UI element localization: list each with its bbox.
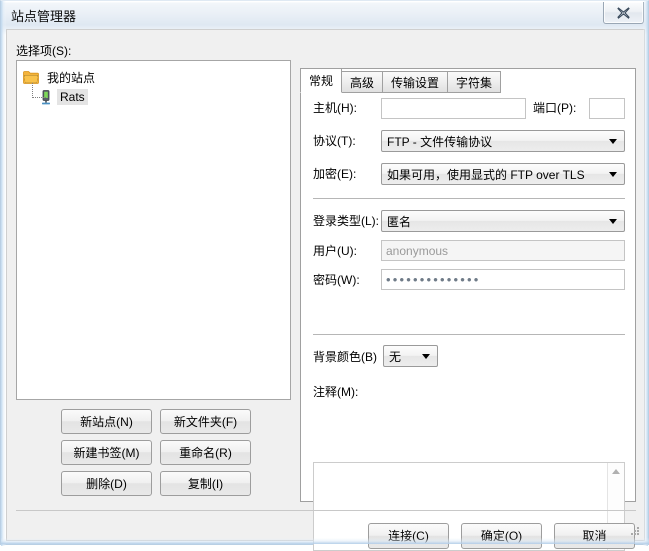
- protocol-label: 协议(T):: [313, 134, 356, 148]
- encryption-row: 加密(E):: [313, 165, 356, 182]
- tab-transfer-settings[interactable]: 传输设置: [382, 71, 449, 93]
- footer-divider: [16, 510, 636, 511]
- cancel-button[interactable]: 取消: [554, 523, 635, 549]
- connect-button[interactable]: 连接(C): [368, 523, 449, 549]
- encryption-label: 加密(E):: [313, 167, 357, 181]
- chevron-down-icon: [609, 219, 617, 224]
- user-row: 用户(U):: [313, 242, 357, 259]
- new-folder-button[interactable]: 新文件夹(F): [160, 409, 251, 434]
- user-label: 用户(U):: [313, 244, 357, 258]
- close-x-icon: [617, 6, 630, 19]
- comments-label: 注释(M):: [313, 385, 359, 399]
- tab-advanced[interactable]: 高级: [341, 71, 384, 93]
- site-tree-actions: 新站点(N) 新文件夹(F) 新建书签(M) 重命名(R) 删除(D) 复制(I…: [61, 409, 251, 502]
- logontype-value: 匿名: [387, 214, 412, 229]
- port-input[interactable]: [589, 98, 625, 119]
- title-bar: 站点管理器: [1, 1, 649, 29]
- resize-grip-icon[interactable]: [628, 525, 640, 537]
- section-divider-1: [313, 198, 625, 199]
- bgcolor-row: 背景颜色(B): [313, 348, 377, 365]
- protocol-select[interactable]: FTP - 文件传输协议: [381, 130, 625, 152]
- settings-tabs: 常规 高级 传输设置 字符集: [300, 68, 636, 93]
- chevron-down-icon: [609, 139, 617, 144]
- site-manager-dialog: 站点管理器 选择项(S): 我的站点 Rats 新站点(N) 新文件夹(F) 新…: [0, 0, 649, 551]
- general-tab-panel: 主机(H): 端口(P): 协议(T): FTP - 文件传输协议 加密(E):…: [301, 93, 635, 551]
- host-row: 主机(H):: [313, 99, 381, 116]
- protocol-value: FTP - 文件传输协议: [387, 134, 493, 149]
- password-label: 密码(W):: [313, 273, 360, 287]
- delete-button[interactable]: 删除(D): [61, 471, 152, 496]
- duplicate-button[interactable]: 复制(I): [160, 471, 251, 496]
- chevron-down-icon: [609, 172, 617, 177]
- section-divider-2: [313, 334, 625, 335]
- tree-item-label: 我的站点: [47, 70, 96, 85]
- bgcolor-value: 无: [389, 349, 402, 364]
- logontype-row: 登录类型(L):: [313, 212, 379, 229]
- comments-row: 注释(M):: [313, 383, 358, 400]
- tree-item-my-sites[interactable]: 我的站点: [17, 67, 290, 87]
- ok-button[interactable]: 确定(O): [461, 523, 542, 549]
- port-row: 端口(P):: [533, 99, 576, 116]
- tree-item-label: Rats: [57, 89, 88, 105]
- tree-connector: [32, 83, 46, 98]
- password-input[interactable]: [381, 269, 625, 290]
- chevron-down-icon: [422, 354, 430, 359]
- footer-actions: 连接(C) 确定(O) 取消: [368, 523, 635, 549]
- close-button[interactable]: [603, 2, 644, 24]
- tree-item-rats[interactable]: Rats: [17, 83, 290, 107]
- logontype-label: 登录类型(L):: [313, 214, 380, 228]
- user-input[interactable]: [381, 240, 625, 261]
- scroll-up-icon[interactable]: [612, 469, 620, 474]
- port-label: 端口(P):: [533, 101, 577, 115]
- dialog-client-area: 选择项(S): 我的站点 Rats 新站点(N) 新文件夹(F) 新建书签(M)…: [6, 29, 645, 551]
- host-label: 主机(H):: [313, 101, 357, 115]
- window-title: 站点管理器: [11, 9, 77, 24]
- password-row: 密码(W):: [313, 271, 360, 288]
- site-tree[interactable]: 我的站点 Rats: [16, 60, 291, 400]
- bgcolor-select[interactable]: 无: [383, 345, 438, 367]
- new-bookmark-button[interactable]: 新建书签(M): [61, 440, 152, 465]
- tab-general[interactable]: 常规: [300, 68, 343, 93]
- new-site-button[interactable]: 新站点(N): [61, 409, 152, 434]
- select-entry-label: 选择项(S):: [16, 44, 72, 58]
- protocol-row: 协议(T):: [313, 132, 356, 149]
- encryption-value: 如果可用，使用显式的 FTP over TLS: [387, 167, 585, 182]
- rename-button[interactable]: 重命名(R): [160, 440, 251, 465]
- host-input[interactable]: [381, 98, 526, 119]
- logontype-select[interactable]: 匿名: [381, 210, 625, 232]
- settings-panel: 主机(H): 端口(P): 协议(T): FTP - 文件传输协议 加密(E):…: [300, 68, 636, 551]
- encryption-select[interactable]: 如果可用，使用显式的 FTP over TLS: [381, 163, 625, 185]
- folder-icon: [23, 70, 39, 84]
- tab-charset[interactable]: 字符集: [447, 71, 502, 93]
- bgcolor-label: 背景颜色(B): [313, 350, 377, 364]
